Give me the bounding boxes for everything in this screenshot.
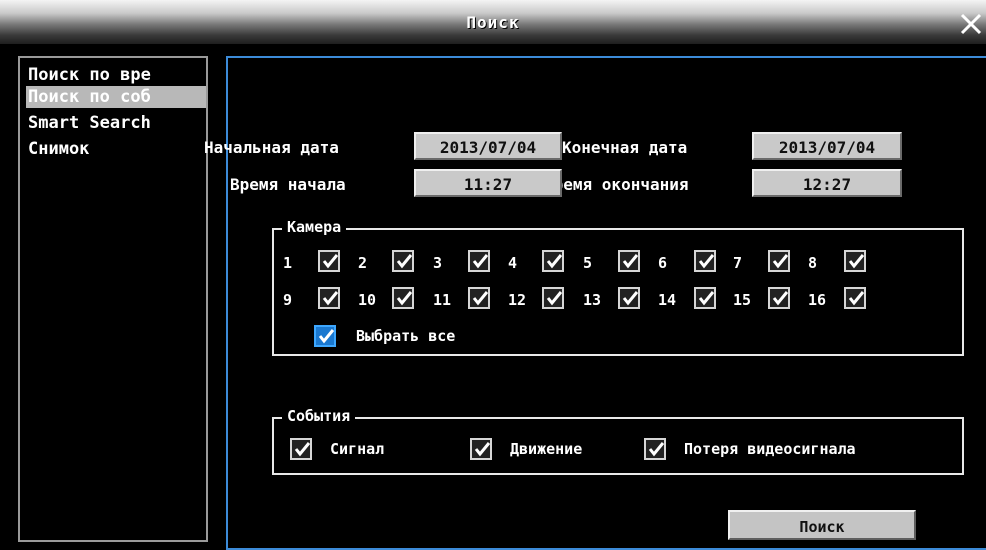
end-time-label: Время окончания bbox=[544, 175, 689, 194]
event-video-loss-checkbox[interactable] bbox=[644, 438, 666, 460]
camera-checkbox[interactable] bbox=[392, 287, 414, 309]
event-alarm-label: Сигнал bbox=[330, 440, 385, 458]
camera-number-label: 4 bbox=[508, 254, 518, 272]
camera-number-label: 12 bbox=[508, 291, 527, 309]
camera-checkbox[interactable] bbox=[844, 287, 866, 309]
search-button[interactable]: Поиск bbox=[728, 510, 916, 540]
camera-checkbox[interactable] bbox=[542, 250, 564, 272]
close-icon[interactable] bbox=[958, 11, 984, 37]
camera-number-label: 1 bbox=[283, 254, 293, 272]
camera-checkbox[interactable] bbox=[468, 287, 490, 309]
camera-number-label: 10 bbox=[358, 291, 377, 309]
camera-checkbox[interactable] bbox=[618, 250, 640, 272]
camera-number-label: 13 bbox=[583, 291, 602, 309]
camera-number-label: 6 bbox=[658, 254, 668, 272]
camera-number-label: 9 bbox=[283, 291, 293, 309]
camera-checkbox[interactable] bbox=[542, 287, 564, 309]
camera-checkbox[interactable] bbox=[468, 250, 490, 272]
camera-number-label: 7 bbox=[733, 254, 743, 272]
event-video-loss-label: Потеря видеосигнала bbox=[684, 440, 856, 458]
camera-number-label: 15 bbox=[733, 291, 752, 309]
camera-checkbox[interactable] bbox=[318, 287, 340, 309]
camera-checkbox[interactable] bbox=[318, 250, 340, 272]
event-alarm-checkbox[interactable] bbox=[290, 438, 312, 460]
select-all-label: Выбрать все bbox=[356, 327, 456, 345]
sidebar-item-event-search[interactable]: Поиск по соб bbox=[26, 86, 206, 108]
camera-checkbox[interactable] bbox=[768, 250, 790, 272]
camera-number-label: 16 bbox=[808, 291, 827, 309]
camera-number-label: 11 bbox=[433, 291, 452, 309]
end-date-field[interactable]: 2013/07/04 bbox=[752, 132, 902, 160]
event-motion-label: Движение bbox=[510, 440, 583, 458]
start-date-field[interactable]: 2013/07/04 bbox=[414, 132, 562, 160]
start-time-label: Время начала bbox=[230, 175, 346, 194]
start-date-label: Начальная дата bbox=[204, 138, 339, 157]
camera-number-label: 14 bbox=[658, 291, 677, 309]
camera-checkbox[interactable] bbox=[618, 287, 640, 309]
end-date-label: Конечная дата bbox=[562, 138, 688, 157]
sidebar-item-smart-search[interactable]: Smart Search bbox=[26, 112, 206, 134]
end-time-field[interactable]: 12:27 bbox=[752, 169, 902, 197]
camera-checkbox[interactable] bbox=[844, 250, 866, 272]
start-time-field[interactable]: 11:27 bbox=[414, 169, 562, 197]
camera-checkbox[interactable] bbox=[694, 250, 716, 272]
camera-number-label: 5 bbox=[583, 254, 593, 272]
camera-checkbox[interactable] bbox=[768, 287, 790, 309]
window-title: Поиск bbox=[466, 13, 520, 32]
events-group-legend: События bbox=[282, 407, 356, 425]
event-motion-checkbox[interactable] bbox=[470, 438, 492, 460]
camera-checkbox[interactable] bbox=[694, 287, 716, 309]
camera-checkbox[interactable] bbox=[392, 250, 414, 272]
camera-group-legend: Камера bbox=[282, 218, 347, 236]
select-all-checkbox[interactable] bbox=[314, 325, 336, 347]
title-bar: Поиск bbox=[0, 0, 986, 44]
camera-number-label: 3 bbox=[433, 254, 443, 272]
sidebar-item-time-search[interactable]: Поиск по вре bbox=[26, 64, 206, 86]
camera-number-label: 8 bbox=[808, 254, 818, 272]
camera-number-label: 2 bbox=[358, 254, 368, 272]
sidebar: Поиск по вре Поиск по соб Smart Search С… bbox=[18, 56, 208, 542]
sidebar-item-snapshot[interactable]: Снимок bbox=[26, 138, 206, 160]
